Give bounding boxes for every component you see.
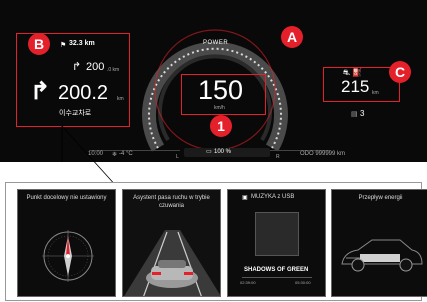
energy-flow-car-icon	[341, 239, 423, 272]
panel-lane-assist[interactable]: Asystent pasa ruchu w trybie czuwania	[122, 189, 221, 297]
panel-music-title: MUZYKA z USB	[251, 194, 295, 200]
album-art	[255, 212, 299, 256]
panel-destination-title: Punkt docelowy nie ustawiony	[26, 195, 107, 201]
lane-assist-car-icon	[124, 230, 220, 296]
track-title: SHADOWS OF GREEN	[244, 267, 309, 273]
usb-icon: ▣	[242, 195, 248, 201]
panel-destination[interactable]: Punkt docelowy nie ustawiony	[17, 189, 116, 297]
time-elapsed: 02:39:00	[240, 280, 256, 285]
track-progress	[242, 277, 312, 278]
panel-energy-flow[interactable]: Przepływ energii	[331, 189, 427, 297]
compass-icon	[42, 230, 94, 282]
time-total: 05:30:00	[295, 280, 311, 285]
panel-energy-flow-title: Przepływ energii	[358, 195, 403, 201]
panel-music[interactable]: ▣ MUZYKA z USB SHADOWS OF GREEN 02:39:00…	[227, 189, 326, 297]
panel-lane-assist-title: Asystent pasa ruchu w trybie czuwania	[133, 195, 210, 209]
